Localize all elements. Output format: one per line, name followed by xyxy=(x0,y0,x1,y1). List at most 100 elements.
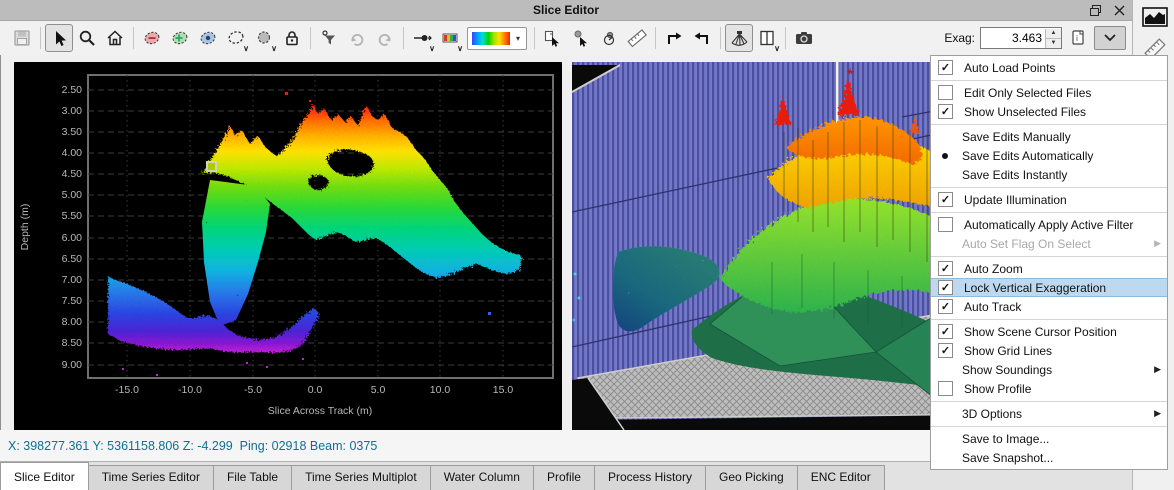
menu-item-auto-track[interactable]: Auto Track xyxy=(931,297,1167,316)
menu-item-save-edits-manually[interactable]: Save Edits Manually xyxy=(931,127,1167,146)
menu-item-show-profile[interactable]: Show Profile xyxy=(931,379,1167,398)
lasso-select-icon[interactable]: ∨ xyxy=(222,24,250,52)
lock-edits-icon[interactable] xyxy=(278,24,306,52)
window-title: Slice Editor xyxy=(0,3,1132,17)
point-display-icon[interactable]: ∨ xyxy=(408,24,436,52)
exag-spinner[interactable]: ▲▼ xyxy=(980,27,1062,49)
home-icon[interactable] xyxy=(101,24,129,52)
tab-profile[interactable]: Profile xyxy=(534,465,595,490)
colormap-picker[interactable]: ▾ xyxy=(467,27,527,50)
menu-item-save-edits-instantly[interactable]: Save Edits Instantly xyxy=(931,165,1167,184)
ytick: 5.00 xyxy=(62,189,83,201)
checkbox-icon xyxy=(938,217,953,232)
rotate-center-icon[interactable] xyxy=(595,24,623,52)
main-toolbar: ∨ ∨ ∨ ∨ ▾ xyxy=(0,21,1132,55)
menu-item-save-to-image[interactable]: Save to Image... xyxy=(931,429,1167,448)
ytick: 9.00 xyxy=(62,359,83,371)
ytick: 5.50 xyxy=(62,210,83,222)
flag-forward-icon[interactable] xyxy=(660,24,688,52)
ytick: 8.50 xyxy=(62,337,83,349)
scene-cursor-marker xyxy=(207,162,216,171)
profile-columns-icon[interactable]: ∨ xyxy=(753,24,781,52)
menu-item-save-edits-automatically[interactable]: Save Edits Automatically xyxy=(931,146,1167,165)
menu-item-automatically-apply-active-filter[interactable]: Automatically Apply Active Filter xyxy=(931,215,1167,234)
ytick: 2.50 xyxy=(62,84,83,96)
tab-enc-editor[interactable]: ENC Editor xyxy=(798,465,885,490)
ytick: 8.00 xyxy=(62,316,83,328)
tab-water-column[interactable]: Water Column xyxy=(431,465,534,490)
menu-chevron-icon[interactable] xyxy=(1094,26,1126,50)
menu-item-auto-set-flag-on-select[interactable]: Auto Set Flag On Select▶ xyxy=(931,234,1167,253)
exag-input[interactable] xyxy=(981,29,1045,47)
checkbox-checked-icon xyxy=(938,343,953,358)
exag-label: Exag: xyxy=(944,31,975,45)
save-icon[interactable] xyxy=(8,24,36,52)
close-icon[interactable] xyxy=(1112,3,1126,17)
xtick: -5.0 xyxy=(244,384,262,396)
select-cursor-icon[interactable] xyxy=(45,24,73,52)
menu-item-save-snapshot[interactable]: Save Snapshot... xyxy=(931,448,1167,467)
redo-icon[interactable] xyxy=(371,24,399,52)
options-menu: Auto Load Points Edit Only Selected File… xyxy=(930,55,1168,470)
tab-process-history[interactable]: Process History xyxy=(595,465,706,490)
measure-icon[interactable] xyxy=(623,24,651,52)
ytick: 7.00 xyxy=(62,274,83,286)
checkbox-checked-icon xyxy=(938,104,953,119)
tab-slice-editor[interactable]: Slice Editor xyxy=(0,462,89,490)
select-points-icon[interactable] xyxy=(194,24,222,52)
y-axis-label: Depth (m) xyxy=(19,204,31,251)
circle-select-icon[interactable]: ∨ xyxy=(250,24,278,52)
slice-2d-view[interactable]: 2.50 3.00 3.50 4.00 4.50 5.00 5.50 6.00 … xyxy=(14,62,562,430)
menu-item-auto-zoom[interactable]: Auto Zoom xyxy=(931,259,1167,278)
xtick: -15.0 xyxy=(115,384,139,396)
chevron-down-icon: ▾ xyxy=(516,34,520,43)
svg-text:i: i xyxy=(1076,34,1078,43)
menu-item-lock-vertical-exaggeration[interactable]: Lock Vertical Exaggeration xyxy=(931,278,1167,297)
filter-icon[interactable] xyxy=(315,24,343,52)
menu-item-show-unselected-files[interactable]: Show Unselected Files xyxy=(931,102,1167,121)
tab-geo-picking[interactable]: Geo Picking xyxy=(706,465,798,490)
accept-selection-icon[interactable] xyxy=(166,24,194,52)
undo-icon[interactable] xyxy=(343,24,371,52)
x-axis-label: Slice Across Track (m) xyxy=(268,405,372,417)
zoom-icon[interactable] xyxy=(73,24,101,52)
spin-down-icon[interactable]: ▼ xyxy=(1046,38,1061,48)
ytick: 4.50 xyxy=(62,168,83,180)
swath-view-icon[interactable] xyxy=(725,24,753,52)
checkbox-checked-icon xyxy=(938,60,953,75)
flag-back-icon[interactable] xyxy=(688,24,716,52)
checkbox-checked-icon xyxy=(938,324,953,339)
checkbox-checked-icon xyxy=(938,261,953,276)
spin-up-icon[interactable]: ▲ xyxy=(1046,29,1061,38)
checkbox-checked-icon xyxy=(938,299,953,314)
menu-item-3d-options[interactable]: 3D Options▶ xyxy=(931,404,1167,423)
colormap-gradient xyxy=(472,32,510,45)
menu-item-edit-only-selected-files[interactable]: Edit Only Selected Files xyxy=(931,83,1167,102)
menu-item-show-soundings[interactable]: Show Soundings▶ xyxy=(931,360,1167,379)
ytick: 4.00 xyxy=(62,147,83,159)
radio-on-icon xyxy=(942,153,948,159)
xtick: 15.0 xyxy=(493,384,514,396)
xtick: 10.0 xyxy=(430,384,451,396)
xtick: 0.0 xyxy=(308,384,323,396)
histogram-icon[interactable] xyxy=(1142,6,1168,33)
info-page-icon[interactable]: i xyxy=(1067,27,1089,49)
menu-item-show-scene-cursor-position[interactable]: Show Scene Cursor Position xyxy=(931,322,1167,341)
submenu-arrow-icon: ▶ xyxy=(1154,238,1161,249)
checkbox-icon xyxy=(938,381,953,396)
snapshot-camera-icon[interactable] xyxy=(790,24,818,52)
checkbox-checked-icon xyxy=(938,280,953,295)
reject-selection-icon[interactable] xyxy=(138,24,166,52)
menu-item-update-illumination[interactable]: Update Illumination xyxy=(931,190,1167,209)
tab-time-series-multiplot[interactable]: Time Series Multiplot xyxy=(292,465,431,490)
menu-item-auto-load-points[interactable]: Auto Load Points xyxy=(931,58,1167,77)
tab-time-series-editor[interactable]: Time Series Editor xyxy=(89,465,214,490)
colormap-icon[interactable]: ∨ xyxy=(436,24,464,52)
restore-icon[interactable] xyxy=(1088,3,1102,17)
select-point-cursor-icon[interactable] xyxy=(567,24,595,52)
select-file-cursor-icon[interactable] xyxy=(539,24,567,52)
tab-file-table[interactable]: File Table xyxy=(214,465,292,490)
ytick: 3.50 xyxy=(62,126,83,138)
slice-editor-window: Slice Editor xyxy=(0,0,1174,490)
menu-item-show-grid-lines[interactable]: Show Grid Lines xyxy=(931,341,1167,360)
